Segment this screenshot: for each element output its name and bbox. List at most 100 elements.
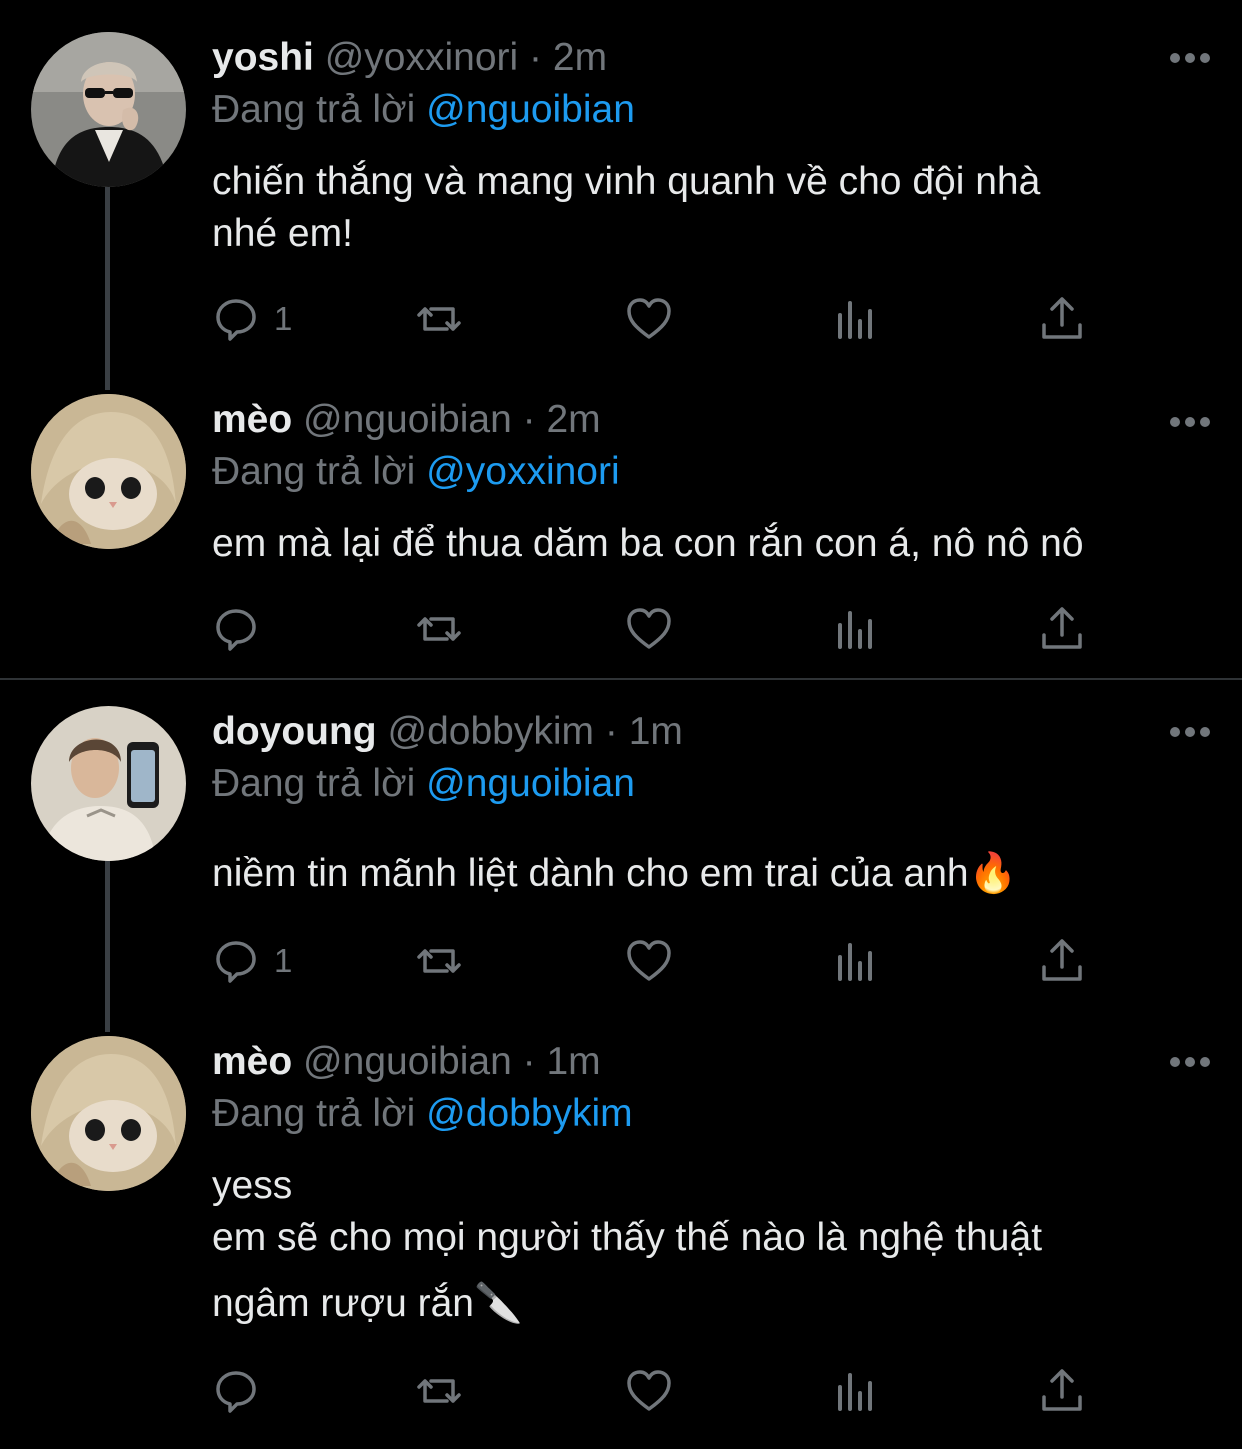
retweet-button[interactable] — [415, 1366, 463, 1416]
tweet-text: em mà lại để thua dăm ba con rắn con á, … — [212, 518, 1202, 570]
timestamp[interactable]: 2m — [546, 398, 600, 441]
timestamp[interactable]: 2m — [553, 36, 607, 79]
reply-button[interactable]: 1 — [212, 294, 292, 344]
avatar-yoshi-image — [31, 32, 186, 187]
avatar-meo[interactable] — [31, 1036, 186, 1191]
tweet-text: niềm tin mãnh liệt dành cho em trai của … — [212, 848, 1202, 900]
tweet-header: mèo @nguoibian · 2m — [212, 396, 1202, 444]
heart-icon — [627, 608, 671, 649]
retweet-icon — [417, 1379, 461, 1403]
display-name[interactable]: yoshi — [212, 36, 314, 79]
like-button[interactable] — [625, 1366, 673, 1416]
reply-button[interactable] — [212, 1366, 274, 1416]
heart-icon — [627, 298, 671, 339]
tweet-text-line: yess — [212, 1164, 293, 1207]
tweet-actions — [212, 604, 1092, 654]
share-button[interactable] — [1038, 294, 1086, 344]
tweet-actions — [212, 1366, 1092, 1416]
user-handle[interactable]: @yoxxinori — [325, 36, 518, 79]
reply-button[interactable]: 1 — [212, 936, 292, 986]
display-name[interactable]: mèo — [212, 398, 292, 441]
like-button[interactable] — [625, 604, 673, 654]
replying-to-label: Đang trả lời — [212, 1092, 416, 1135]
user-handle[interactable]: @dobbykim — [387, 710, 594, 753]
retweet-button[interactable] — [415, 294, 463, 344]
reply-count: 1 — [274, 942, 293, 979]
like-button[interactable] — [625, 936, 673, 986]
views-button[interactable] — [832, 604, 880, 654]
tweet-text-line: nhé em! — [212, 212, 353, 255]
tweet-actions: 1 — [212, 294, 1092, 344]
tweet-header: yoshi @yoxxinori · 2m — [212, 34, 1202, 82]
mention-link[interactable]: @nguoibian — [426, 762, 635, 805]
tweet-meo-2[interactable]: mèo @nguoibian · 1m Đang trả lời @dobbyk… — [0, 1032, 1242, 1449]
replying-to: Đang trả lời @dobbykim — [212, 1090, 1202, 1138]
timestamp[interactable]: 1m — [546, 1040, 600, 1083]
views-button[interactable] — [832, 936, 880, 986]
retweet-icon — [417, 617, 461, 641]
user-handle[interactable]: @nguoibian — [303, 398, 512, 441]
tweet-header: doyoung @dobbykim · 1m — [212, 708, 1202, 756]
heart-icon — [627, 1370, 671, 1411]
reply-icon — [216, 1371, 256, 1413]
reply-button[interactable] — [212, 604, 274, 654]
replying-to-label: Đang trả lời — [212, 88, 416, 131]
avatar-doyoung[interactable] — [31, 706, 186, 861]
share-icon — [1042, 297, 1082, 339]
tweet-text: yess em sẽ cho mọi người thấy thế nào là… — [212, 1160, 1202, 1330]
tweet-doyoung[interactable]: doyoung @dobbykim · 1m Đang trả lời @ngu… — [0, 680, 1242, 1032]
retweet-icon — [417, 949, 461, 973]
replying-to-label: Đang trả lời — [212, 450, 416, 493]
tweet-text-line: em sẽ cho mọi người thấy thế nào là nghệ… — [212, 1216, 1043, 1259]
avatar-meo-image — [31, 1036, 186, 1191]
separator-dot: · — [522, 398, 536, 441]
separator-dot: · — [522, 1040, 536, 1083]
views-icon — [838, 943, 872, 981]
tweet-text-line: ngâm rượu rắn🔪 — [212, 1282, 523, 1325]
replying-to-label: Đang trả lời — [212, 762, 416, 805]
tweet-text-line: niềm tin mãnh liệt dành cho em trai của … — [212, 852, 1018, 895]
display-name[interactable]: doyoung — [212, 710, 377, 753]
avatar-meo-image — [31, 394, 186, 549]
heart-icon — [627, 940, 671, 981]
display-name[interactable]: mèo — [212, 1040, 292, 1083]
views-button[interactable] — [832, 294, 880, 344]
replying-to: Đang trả lời @nguoibian — [212, 86, 1202, 134]
mention-link[interactable]: @yoxxinori — [426, 450, 619, 493]
reply-icon — [216, 299, 256, 341]
share-button[interactable] — [1038, 936, 1086, 986]
avatar-meo[interactable] — [31, 394, 186, 549]
replying-to: Đang trả lời @nguoibian — [212, 760, 1202, 808]
share-icon — [1042, 1369, 1082, 1411]
tweet-yoshi[interactable]: yoshi @yoxxinori · 2m Đang trả lời @nguo… — [0, 0, 1242, 390]
like-button[interactable] — [625, 294, 673, 344]
views-icon — [838, 301, 872, 339]
user-handle[interactable]: @nguoibian — [303, 1040, 512, 1083]
replying-to: Đang trả lời @yoxxinori — [212, 448, 1202, 496]
timestamp[interactable]: 1m — [629, 710, 683, 753]
separator-dot: · — [529, 36, 543, 79]
separator-dot: · — [604, 710, 618, 753]
share-icon — [1042, 607, 1082, 649]
tweet-text: chiến thắng và mang vinh quanh về cho độ… — [212, 156, 1202, 260]
avatar-yoshi[interactable] — [31, 32, 186, 187]
thread-connector — [105, 832, 110, 1032]
views-icon — [838, 611, 872, 649]
reply-icon — [216, 941, 256, 983]
share-button[interactable] — [1038, 604, 1086, 654]
retweet-icon — [417, 307, 461, 331]
mention-link[interactable]: @dobbykim — [426, 1092, 633, 1135]
reply-count: 1 — [274, 300, 293, 337]
retweet-button[interactable] — [415, 936, 463, 986]
views-button[interactable] — [832, 1366, 880, 1416]
share-button[interactable] — [1038, 1366, 1086, 1416]
reply-icon — [216, 609, 256, 651]
retweet-button[interactable] — [415, 604, 463, 654]
tweet-text-line: chiến thắng và mang vinh quanh về cho độ… — [212, 160, 1041, 203]
tweet-actions: 1 — [212, 936, 1092, 986]
mention-link[interactable]: @nguoibian — [426, 88, 635, 131]
views-icon — [838, 1373, 872, 1411]
tweet-text-line: em mà lại để thua dăm ba con rắn con á, … — [212, 522, 1084, 565]
thread-connector — [105, 186, 110, 390]
tweet-meo-1[interactable]: mèo @nguoibian · 2m Đang trả lời @yoxxin… — [0, 390, 1242, 678]
